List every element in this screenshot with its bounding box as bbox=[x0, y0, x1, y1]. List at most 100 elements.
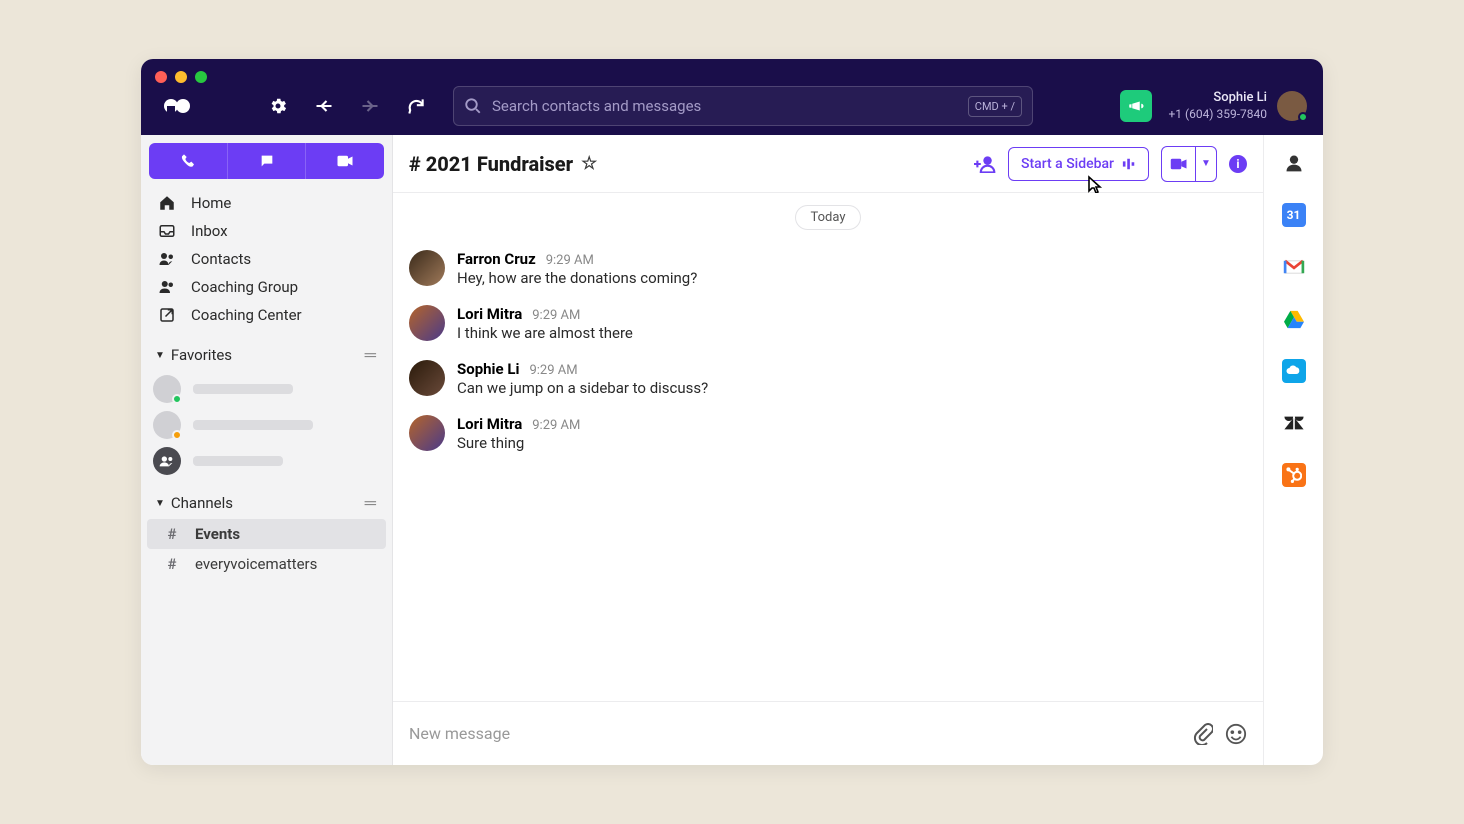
start-sidebar-button[interactable]: Start a Sidebar bbox=[1008, 147, 1149, 181]
nav-back-button[interactable] bbox=[307, 89, 341, 123]
reorder-handle[interactable]: ═ bbox=[365, 493, 376, 513]
placeholder-text bbox=[193, 384, 293, 394]
message-avatar bbox=[409, 305, 445, 341]
message-text: Hey, how are the donations coming? bbox=[457, 268, 697, 289]
user-avatar[interactable] bbox=[1277, 91, 1307, 121]
channel-actions: Start a Sidebar ▼ i bbox=[974, 146, 1247, 182]
message-list: Today Farron Cruz9:29 AMHey, how are the… bbox=[393, 193, 1263, 701]
nav-item-home[interactable]: Home bbox=[141, 189, 392, 217]
favorites-toggle[interactable]: ▼ Favorites bbox=[155, 346, 232, 364]
message-text: Sure thing bbox=[457, 433, 580, 454]
drive-app[interactable] bbox=[1282, 307, 1306, 331]
nav-item-inbox[interactable]: Inbox bbox=[141, 217, 392, 245]
window-close[interactable] bbox=[155, 71, 167, 83]
video-call-button[interactable] bbox=[1162, 147, 1196, 181]
chat-icon bbox=[259, 153, 275, 169]
add-person-button[interactable] bbox=[974, 155, 996, 173]
message: Lori Mitra9:29 AMI think we are almost t… bbox=[409, 299, 1247, 354]
presence-indicator bbox=[172, 394, 182, 404]
channel-name: Events bbox=[195, 525, 240, 543]
calendar-app[interactable]: 31 bbox=[1282, 203, 1306, 227]
channel-item-events[interactable]: # Events bbox=[147, 519, 386, 549]
add-person-icon bbox=[974, 155, 996, 173]
app-body: Home Inbox Contacts Coaching Group Coaching … bbox=[141, 135, 1323, 765]
topbar-right: Sophie Li +1 (604) 359-7840 bbox=[1120, 90, 1307, 122]
gmail-app[interactable] bbox=[1282, 255, 1306, 279]
group-icon bbox=[157, 278, 177, 296]
tab-chat[interactable] bbox=[228, 143, 307, 179]
nav-label: Coaching Group bbox=[191, 278, 298, 296]
attachment-button[interactable] bbox=[1193, 723, 1213, 745]
nav-forward-button bbox=[353, 89, 387, 123]
hash-icon: # bbox=[165, 525, 179, 543]
settings-button[interactable] bbox=[261, 89, 295, 123]
current-user[interactable]: Sophie Li +1 (604) 359-7840 bbox=[1168, 90, 1307, 122]
open-new-icon bbox=[157, 306, 177, 324]
main-panel: # 2021 Fundraiser ☆ Start a Sidebar bbox=[393, 135, 1263, 765]
zendesk-app[interactable] bbox=[1282, 411, 1306, 435]
app-window: CMD + / Sophie Li +1 (604) 359-7840 bbox=[141, 59, 1323, 765]
star-icon[interactable]: ☆ bbox=[581, 153, 597, 174]
channels-label: Channels bbox=[171, 494, 233, 512]
apps-rail: 31 bbox=[1263, 135, 1323, 765]
reorder-handle[interactable]: ═ bbox=[365, 345, 376, 365]
nav-item-coaching-group[interactable]: Coaching Group bbox=[141, 273, 392, 301]
hash-icon: # bbox=[165, 555, 179, 573]
announcement-button[interactable] bbox=[1120, 90, 1152, 122]
audio-bars-icon bbox=[1122, 157, 1136, 171]
profile-app[interactable] bbox=[1282, 151, 1306, 175]
nav-item-contacts[interactable]: Contacts bbox=[141, 245, 392, 273]
composer-input[interactable] bbox=[409, 724, 1181, 743]
favorite-item[interactable] bbox=[141, 371, 392, 407]
nav-list: Home Inbox Contacts Coaching Group Coaching … bbox=[141, 187, 392, 331]
salesforce-app[interactable] bbox=[1282, 359, 1306, 383]
placeholder-text bbox=[193, 456, 283, 466]
channels-toggle[interactable]: ▼ Channels bbox=[155, 494, 233, 512]
cloud-icon bbox=[1285, 365, 1303, 377]
megaphone-icon bbox=[1127, 97, 1145, 115]
favorite-group-avatar bbox=[153, 447, 181, 475]
nav-toolbar bbox=[261, 89, 433, 123]
caret-down-icon: ▼ bbox=[155, 350, 165, 361]
search-kbd-hint: CMD + / bbox=[968, 96, 1022, 117]
message-text: Can we jump on a sidebar to discuss? bbox=[457, 378, 708, 399]
channel-name: everyvoicematters bbox=[195, 555, 317, 573]
window-zoom[interactable] bbox=[195, 71, 207, 83]
favorite-item[interactable] bbox=[141, 443, 392, 479]
message: Lori Mitra9:29 AMSure thing bbox=[409, 409, 1247, 464]
message-text: I think we are almost there bbox=[457, 323, 633, 344]
channel-header: # 2021 Fundraiser ☆ Start a Sidebar bbox=[393, 135, 1263, 193]
tab-phone[interactable] bbox=[149, 143, 228, 179]
emoji-icon bbox=[1225, 723, 1247, 745]
caret-down-icon: ▼ bbox=[155, 498, 165, 509]
phone-icon bbox=[180, 153, 196, 169]
search-box[interactable]: CMD + / bbox=[453, 86, 1033, 126]
inbox-icon bbox=[157, 222, 177, 240]
message: Farron Cruz9:29 AMHey, how are the donat… bbox=[409, 244, 1247, 299]
channel-list: # Events # everyvoicematters bbox=[141, 519, 392, 579]
hubspot-app[interactable] bbox=[1282, 463, 1306, 487]
info-button[interactable]: i bbox=[1229, 155, 1247, 173]
titlebar: CMD + / Sophie Li +1 (604) 359-7840 bbox=[141, 59, 1323, 135]
emoji-button[interactable] bbox=[1225, 723, 1247, 745]
app-logo bbox=[163, 96, 191, 116]
hubspot-icon bbox=[1286, 467, 1302, 483]
refresh-button[interactable] bbox=[399, 89, 433, 123]
message-time: 9:29 AM bbox=[529, 363, 577, 378]
nav-item-coaching-center[interactable]: Coaching Center bbox=[141, 301, 392, 329]
tab-video[interactable] bbox=[306, 143, 384, 179]
channel-item-everyvoicematters[interactable]: # everyvoicematters bbox=[147, 549, 386, 579]
group-icon bbox=[159, 455, 175, 467]
search-input[interactable] bbox=[492, 97, 958, 115]
window-controls bbox=[155, 71, 207, 83]
person-icon bbox=[1284, 153, 1304, 173]
message-time: 9:29 AM bbox=[532, 308, 580, 323]
window-minimize[interactable] bbox=[175, 71, 187, 83]
search-container: CMD + / bbox=[453, 86, 1033, 126]
nav-label: Inbox bbox=[191, 222, 228, 240]
channel-title: # 2021 Fundraiser ☆ bbox=[409, 152, 597, 176]
message-composer bbox=[393, 701, 1263, 765]
video-dropdown[interactable]: ▼ bbox=[1196, 147, 1216, 181]
favorite-item[interactable] bbox=[141, 407, 392, 443]
message-author: Sophie Li bbox=[457, 360, 519, 378]
